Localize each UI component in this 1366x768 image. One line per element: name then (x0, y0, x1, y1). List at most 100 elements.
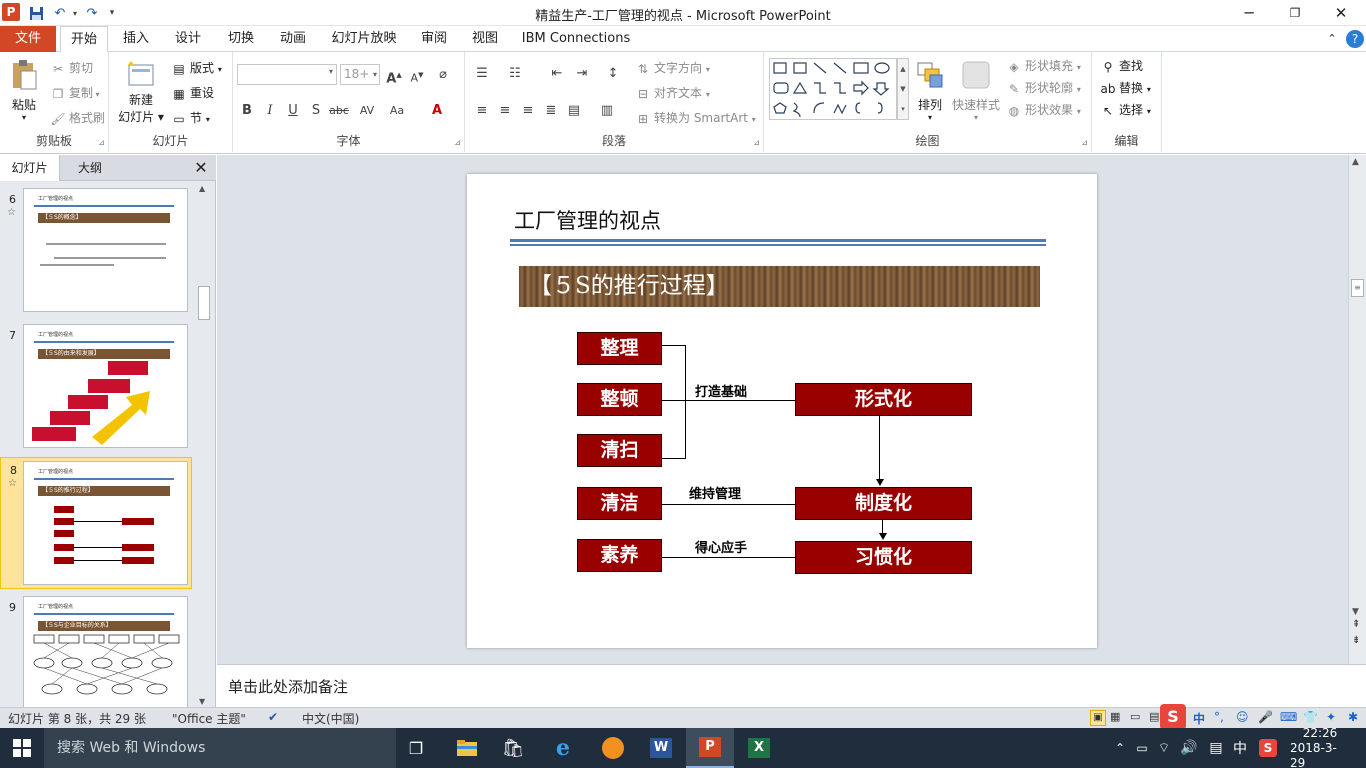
skin-icon[interactable]: 👕 (1303, 710, 1318, 724)
language-indicator[interactable]: 中文(中国) (302, 710, 359, 727)
task-view-icon[interactable]: ❐ (396, 728, 436, 768)
scroll-down-icon[interactable]: ▼ (199, 697, 205, 706)
store-icon[interactable]: 🛍 (490, 728, 536, 768)
close-button[interactable]: ✕ (1318, 0, 1364, 26)
notes-pane[interactable]: 单击此处添加备注 (217, 664, 1366, 707)
box-seiri[interactable]: 整理 (577, 332, 662, 365)
arrange-button[interactable]: 排列 ▾ (912, 58, 948, 130)
tab-transitions[interactable]: 切换 (221, 26, 261, 52)
file-explorer-icon[interactable] (444, 728, 490, 768)
tab-slides[interactable]: 幻灯片 (0, 155, 60, 181)
italic-icon[interactable]: I (260, 101, 280, 121)
find-button[interactable]: ⚲ 查找 (1100, 56, 1143, 76)
spellcheck-icon[interactable]: ✔ (268, 710, 278, 724)
show-hidden-icons[interactable]: ⌃ (1110, 728, 1130, 768)
tab-design[interactable]: 设计 (168, 26, 208, 52)
font-name-input[interactable]: ▾ (237, 64, 337, 85)
box-seiton[interactable]: 整顿 (577, 383, 662, 416)
numbering-icon[interactable]: ☷ (505, 64, 525, 84)
columns-icon[interactable]: ▥ (597, 101, 617, 121)
keyboard-icon[interactable]: ⌨ (1280, 710, 1297, 724)
paste-button[interactable]: 粘贴 ▾ (4, 58, 44, 128)
clear-formatting-icon[interactable]: ⌀ (433, 65, 453, 85)
reset-button[interactable]: ▦ 重设 (171, 83, 214, 103)
close-pane-icon[interactable]: ✕ (190, 155, 212, 181)
excel-icon[interactable]: X (736, 728, 782, 768)
settings-icon[interactable]: ✱ (1348, 710, 1358, 724)
quick-styles-button[interactable]: 快速样式 ▾ (950, 58, 1002, 130)
scroll-thumb[interactable] (198, 286, 210, 320)
reading-view-icon[interactable]: ▭ (1130, 710, 1140, 723)
network-icon[interactable]: ⌔ (1154, 728, 1174, 768)
ime-mode-icon[interactable]: 中 (1193, 710, 1205, 727)
tab-file[interactable]: 文件 (0, 26, 56, 52)
align-right-icon[interactable]: ≡ (518, 101, 538, 121)
scroll-thumb[interactable]: ≡ (1351, 279, 1364, 297)
box-formalization[interactable]: 形式化 (795, 383, 972, 416)
volume-icon[interactable]: 🔊 (1178, 728, 1200, 768)
sogou-ime-icon[interactable]: S (1160, 704, 1186, 730)
tab-review[interactable]: 审阅 (414, 26, 454, 52)
distributed-icon[interactable]: ▤ (564, 101, 584, 121)
shapes-gallery-scroll[interactable]: ▲ ▼ ▾ (897, 58, 909, 120)
sogou-tray-icon[interactable]: S (1256, 728, 1280, 768)
justify-icon[interactable]: ≣ (541, 101, 561, 121)
grow-font-icon[interactable]: A▲ (384, 65, 404, 86)
bullets-icon[interactable]: ☰ (472, 64, 492, 84)
align-left-icon[interactable]: ≡ (472, 101, 492, 121)
change-case-icon[interactable]: Aa (387, 101, 407, 121)
thumbnail-slide-8[interactable]: 8 ☆ 工厂管理的视点 【５S的推行过程】 (0, 457, 192, 589)
emoji-icon[interactable]: ☺ (1236, 710, 1249, 724)
slideshow-icon[interactable]: ▤ (1149, 710, 1159, 723)
box-shitsuke[interactable]: 素养 (577, 539, 662, 572)
underline-icon[interactable]: U (283, 101, 303, 121)
scroll-up-icon[interactable]: ▲ (199, 184, 205, 193)
section-banner[interactable]: 【５S的推行过程】 (519, 266, 1040, 307)
dialog-launcher-icon[interactable]: ⊿ (454, 138, 461, 147)
punctuation-icon[interactable]: °, (1214, 710, 1224, 724)
cut-button[interactable]: ✂ 剪切 (50, 58, 93, 78)
maximize-button[interactable]: ❐ (1272, 0, 1318, 26)
tab-animations[interactable]: 动画 (273, 26, 313, 52)
copy-button[interactable]: ❐ 复制 ▾ (50, 83, 100, 103)
select-button[interactable]: ↖ 选择 ▾ (1100, 100, 1151, 120)
action-center-icon[interactable]: ▤ (1204, 728, 1228, 768)
bold-icon[interactable]: B (237, 101, 257, 121)
minimize-button[interactable]: ─ (1226, 0, 1272, 26)
shapes-gallery[interactable] (769, 58, 897, 120)
scroll-up-icon[interactable]: ▲ (1352, 157, 1359, 167)
tab-outline[interactable]: 大纲 (60, 155, 120, 181)
normal-view-icon[interactable]: ▣ (1090, 710, 1106, 726)
toolbox-icon[interactable]: ✦ (1326, 710, 1336, 724)
ime-indicator[interactable]: 中 (1230, 728, 1250, 768)
font-size-input[interactable]: 18+ ▾ (340, 64, 380, 85)
dialog-launcher-icon[interactable]: ⊿ (1081, 138, 1088, 147)
align-text-button[interactable]: ⊟ 对齐文本 ▾ (635, 83, 710, 103)
smartart-button[interactable]: ⊞ 转换为 SmartArt ▾ (635, 108, 756, 128)
box-habituation[interactable]: 习惯化 (795, 541, 972, 574)
tab-view[interactable]: 视图 (465, 26, 505, 52)
taskbar-search-input[interactable]: 搜索 Web 和 Windows (44, 728, 396, 768)
next-slide-icon[interactable]: ⇟ (1352, 635, 1360, 646)
microphone-icon[interactable]: 🎤 (1258, 710, 1273, 724)
line-spacing-icon[interactable]: ↕ (603, 64, 623, 84)
thumbnails-scrollbar[interactable]: ▲ ▼ (197, 182, 211, 708)
new-slide-button[interactable]: 新建 幻灯片 ▾ (115, 58, 167, 130)
format-painter-button[interactable]: 🖌 格式刷 (50, 108, 105, 128)
slide-sorter-icon[interactable]: ▦ (1110, 710, 1120, 723)
tab-ibm-connections[interactable]: IBM Connections (518, 26, 634, 52)
tab-home[interactable]: 开始 (60, 26, 108, 53)
shape-outline-button[interactable]: ✎ 形状轮廓 ▾ (1006, 78, 1081, 98)
clock[interactable]: 22:26 2018-3-29 (1290, 726, 1350, 768)
layout-button[interactable]: ▤ 版式 ▾ (171, 58, 222, 78)
decrease-indent-icon[interactable]: ⇤ (547, 64, 567, 84)
slide-title[interactable]: 工厂管理的视点 (514, 205, 661, 235)
battery-icon[interactable]: ▭ (1132, 728, 1152, 768)
box-seiso[interactable]: 清扫 (577, 434, 662, 467)
tab-insert[interactable]: 插入 (116, 26, 156, 52)
replace-button[interactable]: ab 替换 ▾ (1100, 78, 1151, 98)
internet-explorer-icon[interactable]: e (540, 728, 586, 768)
section-button[interactable]: ▭ 节 ▾ (171, 108, 210, 128)
slide-scrollbar[interactable]: ▲ ≡ ▼ ⇞ ⇟ (1348, 155, 1366, 664)
tab-slideshow[interactable]: 幻灯片放映 (326, 26, 402, 52)
